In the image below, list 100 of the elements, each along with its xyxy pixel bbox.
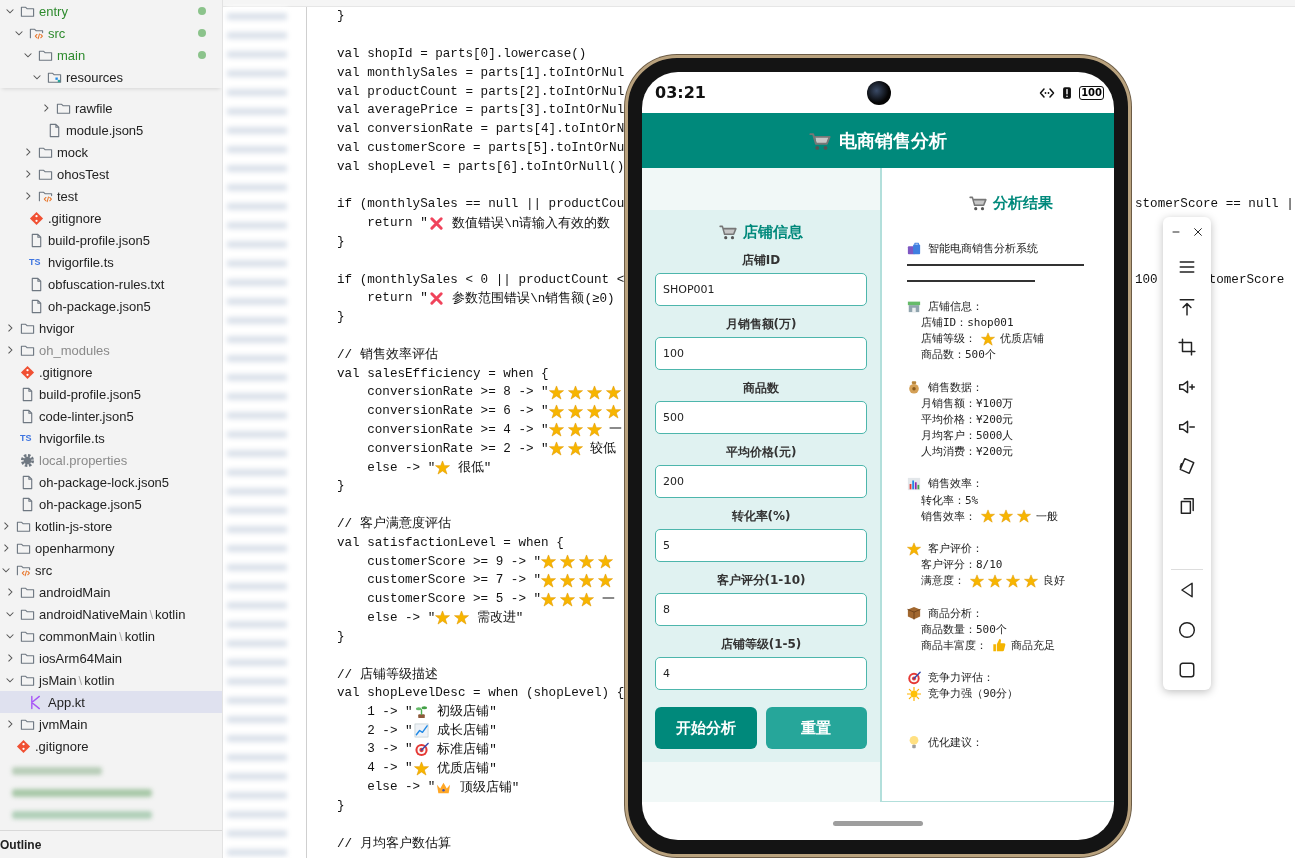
battery-indicator: 100: [1079, 85, 1104, 100]
tree-item[interactable]: main: [0, 44, 222, 66]
code-text: stomerScore == null |: [1135, 197, 1294, 212]
star-icon: [586, 422, 602, 438]
sprout-icon: [413, 704, 429, 720]
code-text: val salesEfficiency = when {: [337, 366, 549, 381]
code-text: // 客户满意度评估: [337, 515, 451, 533]
star-icon: [586, 403, 602, 419]
star-icon: [586, 384, 602, 400]
tree-item[interactable]: androidNativeMain\kotlin: [0, 603, 222, 625]
code-text: 初级店铺": [436, 703, 497, 721]
field-label: 客户评分(1-10): [716, 572, 806, 588]
analyze-button[interactable]: 开始分析: [655, 707, 757, 749]
code-text: customerScore >= 5 -> ": [366, 592, 542, 607]
tree-item[interactable]: module.json5: [0, 119, 222, 141]
result-heading: 店铺信息：: [928, 298, 983, 314]
tree-item[interactable]: test: [0, 185, 222, 207]
code-text: val shopLevel = parts[6].toIntOrNull(): [337, 159, 625, 174]
tree-item[interactable]: .gitignore: [0, 361, 222, 383]
tree-item[interactable]: openharmony: [0, 537, 222, 559]
git-icon: [29, 210, 44, 226]
cart-icon: [719, 223, 737, 241]
outline-panel-title[interactable]: Outline: [0, 830, 222, 858]
tree-item[interactable]: kotlin-js-store: [0, 515, 222, 537]
code-text: 3 -> ": [366, 742, 413, 757]
tree-item[interactable]: oh-package.json5: [0, 295, 222, 317]
star-icon: [548, 422, 564, 438]
home-icon: [1178, 621, 1196, 640]
tree-item[interactable]: obfuscation-rules.txt: [0, 273, 222, 295]
square-icon: [1178, 661, 1196, 680]
text-field[interactable]: 500: [655, 401, 867, 434]
rotate-icon: [1178, 457, 1196, 476]
tree-item[interactable]: oh-package.json5: [0, 493, 222, 515]
result-heading: 竞争力评估：: [928, 670, 994, 686]
app-title: 电商销售分析: [839, 128, 947, 153]
tree-item[interactable]: TS hvigorfile.ts: [0, 427, 222, 449]
box-icon: [907, 606, 921, 621]
git-icon: [16, 738, 31, 754]
star-icon: [1024, 573, 1038, 588]
code-text: 一: [600, 591, 615, 608]
tree-item[interactable]: commonMain\kotlin: [0, 625, 222, 647]
text-field[interactable]: 200: [655, 465, 867, 498]
code-text: 优质店铺": [436, 760, 497, 777]
tree-item[interactable]: App.kt: [0, 691, 222, 713]
field-label: 商品数: [743, 380, 779, 396]
money-bag-icon: [907, 380, 921, 395]
tree-item[interactable]: .gitignore: [0, 207, 222, 229]
code-text: 数值错误\n请输入有效的数: [451, 215, 611, 232]
result-text: 优质店铺: [1000, 331, 1044, 347]
code-text: return ": [366, 291, 428, 306]
tree-item[interactable]: jvmMain: [0, 713, 222, 735]
file-icon: [20, 496, 35, 512]
tree-item[interactable]: .gitignore: [0, 735, 222, 757]
code-text: 一: [608, 422, 623, 439]
tree-item[interactable]: iosArm64Main: [0, 647, 222, 669]
tree-item[interactable]: resources: [0, 66, 222, 88]
tree-item[interactable]: build-profile.json5: [0, 383, 222, 405]
result-heading: 优化建议：: [928, 734, 983, 750]
result-text: 销售效率：: [921, 508, 976, 524]
tree-item[interactable]: oh-package-lock.json5: [0, 471, 222, 493]
tree-item[interactable]: jsMain\kotlin: [0, 669, 222, 691]
tree-item[interactable]: src: [0, 22, 222, 44]
star-icon: [970, 573, 984, 588]
result-text: 客户评分：8/10: [921, 557, 1003, 573]
star-icon: [548, 441, 564, 457]
text-field[interactable]: SHOP001: [655, 273, 867, 306]
text-field[interactable]: 8: [655, 593, 867, 626]
field-label: 店铺ID: [741, 252, 781, 268]
bar-chart-icon: [907, 476, 921, 491]
tree-item[interactable]: hvigor: [0, 317, 222, 339]
code-text: return ": [366, 216, 428, 231]
text-field[interactable]: 4: [655, 657, 867, 690]
code-text: // 销售效率评估: [337, 346, 438, 364]
field-label: 店铺等级(1-5): [720, 636, 802, 652]
star-icon: [413, 760, 429, 776]
tree-item[interactable]: mock: [0, 141, 222, 163]
target-icon: [413, 741, 429, 757]
tree-item[interactable]: src: [0, 559, 222, 581]
tree-item[interactable]: androidMain: [0, 581, 222, 603]
result-text: 良好: [1043, 573, 1065, 589]
tree-item[interactable]: entry: [0, 0, 222, 22]
code-text: else -> ": [366, 610, 436, 625]
code-text: 成长店铺": [436, 722, 497, 740]
text-field[interactable]: 5: [655, 529, 867, 562]
tree-item[interactable]: TS hvigorfile.ts: [0, 251, 222, 273]
tree-item[interactable]: build-profile.json5: [0, 229, 222, 251]
code-text: 1 -> ": [366, 704, 413, 719]
field-label: 平均价格(元): [725, 444, 797, 460]
tree-item[interactable]: ohosTest: [0, 163, 222, 185]
code-text: }: [337, 629, 345, 644]
status-time: 03:21: [655, 83, 706, 102]
code-text: 很低": [456, 460, 492, 476]
code-text: val conversionRate = parts[4].toIntOrN: [337, 122, 625, 137]
tree-item[interactable]: code-linter.json5: [0, 405, 222, 427]
light-bulb-icon: [907, 735, 921, 750]
cart-icon: [968, 194, 987, 212]
status-dot: [198, 51, 206, 59]
code-text: 顶级店铺": [458, 779, 520, 796]
text-field[interactable]: 100: [655, 337, 867, 370]
tree-item[interactable]: rawfile: [0, 97, 222, 119]
